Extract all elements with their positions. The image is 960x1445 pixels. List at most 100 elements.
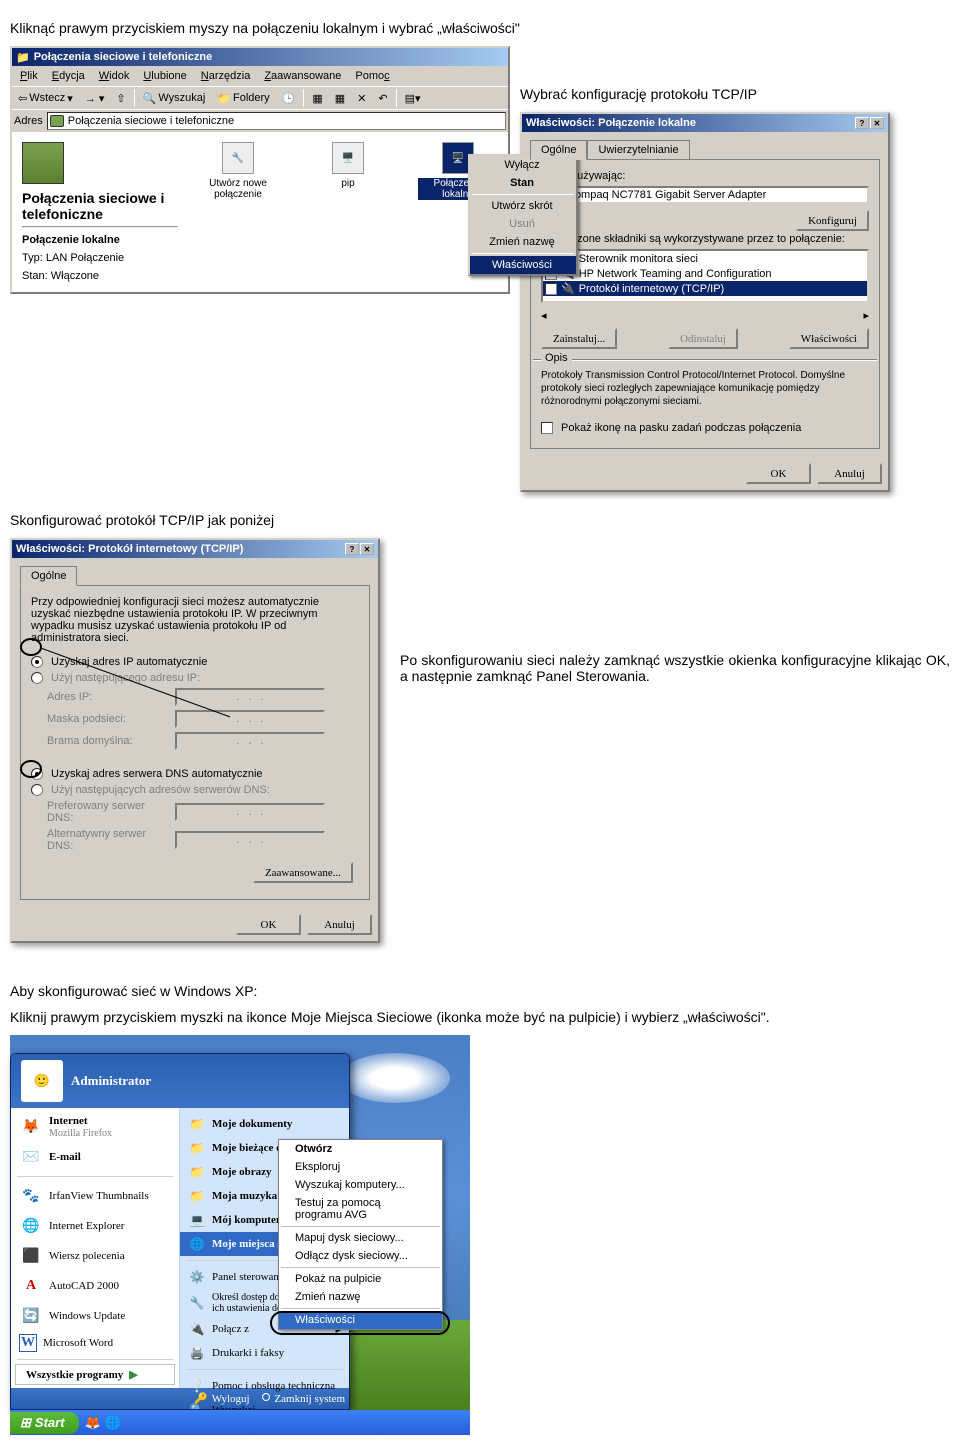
ip-field: . . . (175, 688, 325, 706)
menu-view[interactable]: Widok (93, 68, 136, 84)
scroll-left-icon[interactable]: ◂ (541, 309, 547, 322)
xp-item-cmd[interactable]: ⬛Wiersz polecenia (11, 1241, 179, 1271)
xp-item-email[interactable]: ✉️E-mail (11, 1142, 179, 1172)
list-item[interactable]: ✓ 🔌 Sterownik monitora sieci (543, 251, 867, 266)
delete-button[interactable]: ✕ (353, 90, 370, 107)
back-button[interactable]: ⇦ Wstecz ▾ (14, 90, 77, 107)
taskbar-ie-icon[interactable]: 🌐 (105, 1415, 121, 1431)
xp-start-button[interactable]: ⊞Start (10, 1412, 79, 1434)
xp-ctx-open[interactable]: Otwórz (279, 1140, 442, 1158)
auto-dns-label: Uzyskaj adres serwera DNS automatycznie (51, 768, 263, 780)
ctx-delete: Usuń (470, 215, 576, 233)
components-list[interactable]: ✓ 🔌 Sterownik monitora sieci ✓ 🔌 HP Netw… (541, 249, 869, 303)
printer-icon: 🖨️ (188, 1344, 206, 1362)
xp-ctx-unmap[interactable]: Odłącz dysk sieciowy... (279, 1247, 442, 1265)
icon-new-connection[interactable]: 🔧 Utwórz nowe połączenie (198, 142, 278, 282)
list-item-selected[interactable]: ✓ 🔌 Protokół internetowy (TCP/IP) (543, 281, 867, 296)
menu-edit[interactable]: Edycja (46, 68, 91, 84)
history-button[interactable]: 🕒 (278, 90, 300, 107)
chevron-right-icon: ▶ (129, 1368, 137, 1381)
menu-fav[interactable]: Ulubione (137, 68, 192, 84)
tab-auth[interactable]: Uwierzytelnianie (587, 140, 689, 159)
list-item[interactable]: ✓ 🔌 HP Network Teaming and Configuration (543, 266, 867, 281)
xp-item-printers[interactable]: 🖨️Drukarki i faksy (180, 1341, 349, 1365)
address-label: Adres (14, 115, 43, 127)
show-icon-checkbox[interactable] (541, 422, 553, 434)
ok-button[interactable]: OK (236, 914, 301, 935)
cp-icon: ⚙️ (188, 1268, 206, 1286)
shutdown-button[interactable]: ⭘Zamknij system (262, 1392, 345, 1405)
advanced-button[interactable]: Zaawansowane... (253, 862, 353, 883)
xp-item-word[interactable]: WMicrosoft Word (11, 1331, 179, 1355)
xp-ctx-explore[interactable]: Eksploruj (279, 1158, 442, 1176)
properties-button[interactable]: Właściwości (789, 328, 869, 349)
ctx-status[interactable]: Stan (470, 174, 576, 192)
ok-button[interactable]: OK (746, 463, 811, 484)
xp-ctx-props[interactable]: Właściwości (279, 1311, 442, 1329)
help-button[interactable]: ? (345, 543, 359, 555)
manual-ip-label: Użyj następującego adresu IP: (51, 672, 200, 684)
search-button[interactable]: 🔍Wyszukaj (139, 90, 210, 107)
xp-item-internet[interactable]: 🦊InternetMozilla Firefox (11, 1112, 179, 1142)
menu-adv[interactable]: Zaawansowane (258, 68, 347, 84)
radio-manual-dns[interactable] (31, 784, 43, 796)
tab-general[interactable]: Ogólne (530, 140, 587, 160)
cloud-decoration (340, 1053, 450, 1103)
radio-auto-ip[interactable] (31, 656, 43, 668)
xp-ctx-rename[interactable]: Zmień nazwę (279, 1288, 442, 1306)
folder-icon: 📁 (16, 51, 30, 64)
menu-file[interactable]: Plik (14, 68, 44, 84)
xp-item-irfan[interactable]: 🐾IrfanView Thumbnails (11, 1181, 179, 1211)
update-icon: 🔄 (19, 1304, 43, 1328)
xp-ctx-search[interactable]: Wyszukaj komputery... (279, 1176, 442, 1194)
menu-tools[interactable]: Narzędzia (195, 68, 257, 84)
panel-type: LAN Połączenie (46, 252, 124, 264)
cancel-button[interactable]: Anuluj (307, 914, 372, 935)
tcpip-title: Właściwości: Protokół internetowy (TCP/I… (16, 543, 243, 555)
xp-ctx-desktop[interactable]: Pokaż na pulpicie (279, 1270, 442, 1288)
checkbox-icon[interactable]: ✓ (545, 283, 557, 295)
ctx-properties[interactable]: Właściwości (470, 256, 576, 274)
icon-pip[interactable]: 🖥️ pip (308, 142, 388, 282)
close-button[interactable]: ✕ (360, 543, 374, 555)
taskbar-firefox-icon[interactable]: 🦊 (85, 1415, 101, 1431)
views-button[interactable]: ▤▾ (401, 90, 425, 107)
configure-button[interactable]: Konfiguruj (796, 210, 869, 231)
xp-ctx-map[interactable]: Mapuj dysk sieciowy... (279, 1229, 442, 1247)
address-field[interactable]: Połączenia sieciowe i telefoniczne (47, 112, 506, 130)
xp-item-acad[interactable]: AAutoCAD 2000 (11, 1271, 179, 1301)
undo-button[interactable]: ↶ (374, 90, 391, 107)
radio-manual-ip[interactable] (31, 672, 43, 684)
xp-item-update[interactable]: 🔄Windows Update (11, 1301, 179, 1331)
radio-auto-dns[interactable] (31, 768, 43, 780)
ctx-rename[interactable]: Zmień nazwę (470, 233, 576, 251)
menu-help[interactable]: Pomoc (349, 68, 395, 84)
logoff-button[interactable]: 🔑Wyloguj (194, 1392, 250, 1405)
mask-field: . . . (175, 710, 325, 728)
folders-button[interactable]: 📁Foldery (213, 90, 273, 107)
install-button[interactable]: Zainstaluj... (541, 328, 617, 349)
help-button[interactable]: ? (855, 117, 869, 129)
xp-ctx-avg[interactable]: Testuj za pomocą programu AVG (279, 1194, 442, 1224)
up-button[interactable]: ⇧ (112, 90, 129, 107)
email-icon: ✉️ (19, 1145, 43, 1169)
gateway-label: Brama domyślna: (47, 735, 167, 747)
computer-icon: 💻 (188, 1211, 206, 1229)
close-button[interactable]: ✕ (870, 117, 884, 129)
xp-all-programs[interactable]: Wszystkie programy ▶ (15, 1364, 175, 1385)
cancel-button[interactable]: Anuluj (817, 463, 882, 484)
tab-general[interactable]: Ogólne (20, 566, 77, 586)
adapter-field: Compaq NC7781 Gigabit Server Adapter (541, 186, 869, 204)
ie-icon: 🌐 (19, 1214, 43, 1238)
copy-button[interactable]: ▦ (331, 90, 349, 107)
move-button[interactable]: ▦ (308, 90, 326, 107)
scroll-right-icon[interactable]: ▸ (863, 309, 869, 322)
icon-local-connection[interactable]: 🖥️ Połączenie lokalne Wyłącz Stan Utwórz… (418, 142, 498, 282)
connect-icon: 🔌 (188, 1320, 206, 1338)
auto-ip-label: Uzyskaj adres IP automatycznie (51, 656, 207, 668)
forward-button[interactable]: → ▾ (81, 90, 109, 107)
ctx-shortcut[interactable]: Utwórz skrót (470, 197, 576, 215)
wizard-icon: 🔧 (222, 142, 254, 174)
xp-item-ie[interactable]: 🌐Internet Explorer (11, 1211, 179, 1241)
xp-item-docs[interactable]: 📁Moje dokumenty (180, 1112, 349, 1136)
